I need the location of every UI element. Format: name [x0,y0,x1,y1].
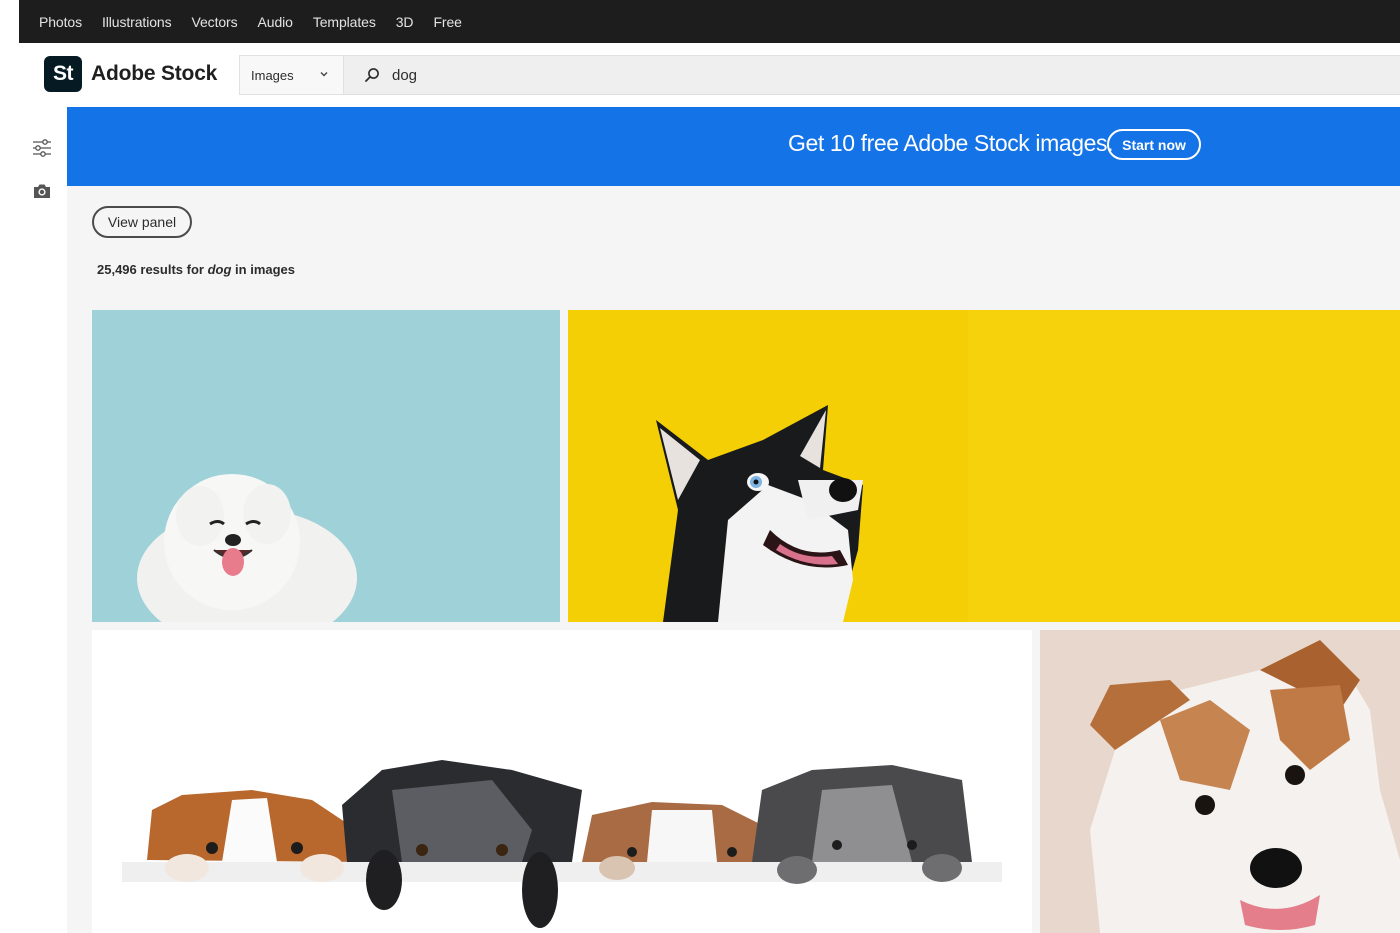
search-bar: Images dog [239,55,1400,95]
puppy-photo [1040,630,1400,933]
results-prefix: results for [140,262,204,277]
nav-3d[interactable]: 3D [396,14,414,30]
search-query-text: dog [392,66,418,84]
top-navigation: Photos Illustrations Vectors Audio Templ… [19,0,1400,43]
dogs-peeking-photo [92,630,1032,933]
image-result-puppy[interactable] [1040,630,1400,933]
start-now-button[interactable]: Start now [1107,129,1201,160]
nav-vectors[interactable]: Vectors [192,14,238,30]
search-input[interactable]: dog [344,56,1400,94]
camera-icon[interactable] [31,180,53,202]
nav-free[interactable]: Free [433,14,461,30]
chevron-down-icon [320,72,328,77]
window-gutter [0,0,19,933]
promo-banner-text: Get 10 free Adobe Stock images. [788,130,1114,156]
logo-text: Adobe Stock [91,62,218,85]
nav-audio[interactable]: Audio [258,14,293,30]
filter-sliders-icon[interactable] [31,137,53,159]
main-content: Get 10 free Adobe Stock images. Start no… [67,107,1400,933]
asset-type-label: Images [251,67,294,83]
husky-photo [568,310,1400,622]
image-result-dogs-peeking[interactable] [92,630,1032,933]
promo-banner: Get 10 free Adobe Stock images. Start no… [67,107,1400,186]
adobe-stock-logo[interactable]: St Adobe Stock [44,56,217,92]
adobe-stock-page: Photos Illustrations Vectors Audio Templ… [0,0,1400,933]
nav-illustrations[interactable]: Illustrations [102,14,172,30]
view-panel-button[interactable]: View panel [92,206,192,238]
image-result-husky[interactable] [568,310,1400,622]
search-icon [365,68,379,82]
asset-type-dropdown[interactable]: Images [240,56,344,94]
results-count: 25,496 [97,262,137,277]
logo-mark: St [44,56,82,92]
nav-templates[interactable]: Templates [313,14,376,30]
nav-photos[interactable]: Photos [39,14,82,30]
left-sidebar [19,107,67,933]
site-header: St Adobe Stock Images dog [19,43,1400,107]
results-query: dog [207,262,232,277]
white-dog-photo [92,310,560,622]
results-summary: 25,496 results for dog in images [97,262,295,277]
image-result-white-dog[interactable] [92,310,560,622]
results-suffix: in images [235,262,296,277]
